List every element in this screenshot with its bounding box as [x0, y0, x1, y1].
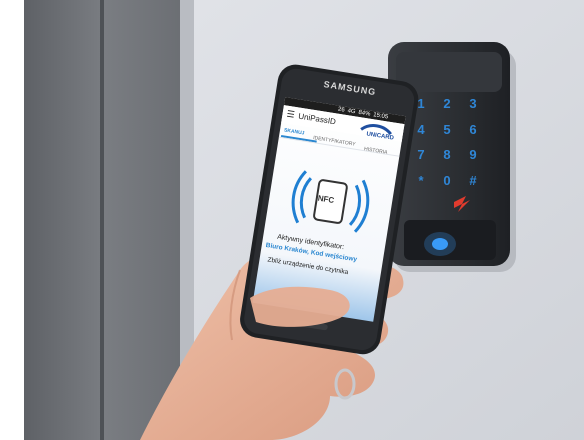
- nfc-label: NFC: [317, 193, 335, 206]
- unicard-logo: UNICARD: [365, 131, 395, 142]
- keypad-key[interactable]: *: [410, 173, 432, 197]
- tab-scan[interactable]: SKANUJ: [284, 127, 305, 136]
- keypad-key[interactable]: 2: [436, 96, 458, 120]
- tab-identifiers[interactable]: IDENTYFIKATORY: [313, 135, 356, 148]
- status-signal: 26: [337, 106, 346, 114]
- keypad-key[interactable]: 0: [436, 173, 458, 197]
- keypad-key[interactable]: 9: [462, 147, 484, 171]
- status-battery: 84%: [357, 109, 371, 118]
- keypad-key[interactable]: 8: [436, 147, 458, 171]
- keypad-key[interactable]: 5: [436, 122, 458, 146]
- app-title: UniPassID: [297, 111, 337, 127]
- keypad-key[interactable]: 3: [462, 96, 484, 120]
- status-time: 15:05: [372, 112, 389, 121]
- menu-icon[interactable]: ☰: [286, 109, 296, 121]
- keypad-key[interactable]: #: [462, 173, 484, 197]
- phone-brand: SAMSUNG: [322, 79, 377, 98]
- keypad-key[interactable]: 6: [462, 122, 484, 146]
- keypad-key[interactable]: 7: [410, 147, 432, 171]
- status-network: 4G: [347, 108, 356, 116]
- status-bar: 26 4G 84% 15:05: [337, 107, 388, 121]
- keypad: 1 2 3 4 5 6 7 8 9 * 0 #: [410, 96, 484, 196]
- tab-history[interactable]: HISTORIA: [364, 146, 388, 156]
- photo-scene: 1 2 3 4 5 6 7 8 9 * 0 # SAMSUNG 26 4G 84…: [0, 0, 584, 440]
